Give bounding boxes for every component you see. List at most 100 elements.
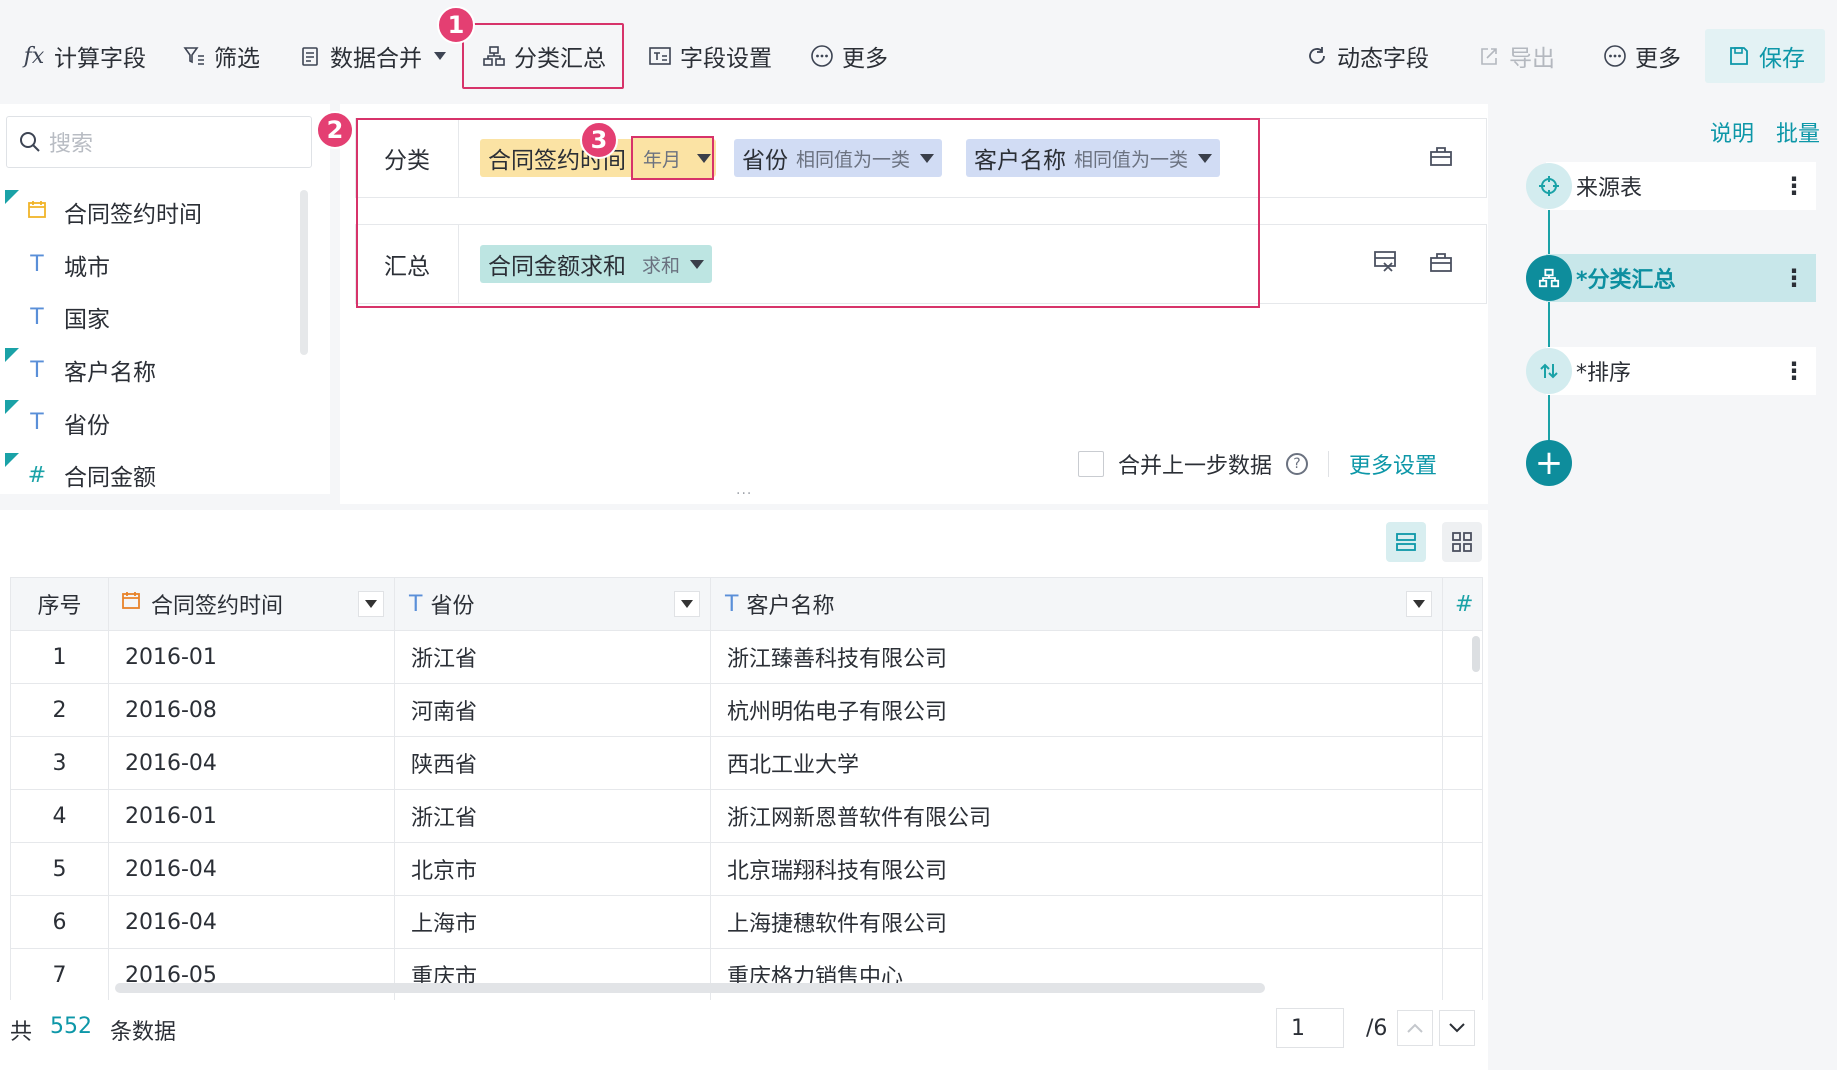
calc-field-button[interactable]: fx 计算字段 <box>10 34 156 78</box>
cell-date: 2016-04 <box>108 842 395 896</box>
data-merge-button[interactable]: 数据合并 <box>286 34 456 78</box>
field-settings-label: 字段设置 <box>680 46 772 72</box>
export-button[interactable]: 导出 <box>1465 34 1565 78</box>
clear-icon[interactable] <box>1428 249 1454 279</box>
table-vertical-scrollbar[interactable] <box>1472 636 1480 672</box>
col-header-label: 客户名称 <box>746 594 835 619</box>
explain-link[interactable]: 说明 <box>1710 116 1754 148</box>
cell-customer: 上海捷穗软件有限公司 <box>710 895 1443 949</box>
col-header-customer[interactable]: T 客户名称 <box>710 577 1443 631</box>
more-right-label: 更多 <box>1635 46 1681 72</box>
step-sort[interactable]: *排序 ⋮ <box>1526 347 1816 395</box>
more-right-button[interactable]: 更多 <box>1591 34 1691 78</box>
filter-clear-icon[interactable] <box>1372 249 1398 279</box>
kebab-menu-icon[interactable]: ⋮ <box>1782 264 1806 292</box>
text-type-icon: T <box>30 304 44 330</box>
page-up-button[interactable] <box>1397 1010 1434 1046</box>
more-circle-icon <box>808 42 836 70</box>
list-view-icon[interactable] <box>1386 522 1426 562</box>
group-summary-button[interactable]: 分类汇总 <box>462 23 624 89</box>
cell-amount <box>1442 842 1483 896</box>
number-type-icon: # <box>27 462 47 488</box>
checked-corner-icon <box>5 452 19 467</box>
step-panel <box>1508 96 1837 1070</box>
cell-index: 6 <box>10 895 109 949</box>
filter-icon <box>180 42 208 70</box>
cell-province: 浙江省 <box>394 789 711 843</box>
sort-icon <box>1526 348 1572 394</box>
cell-customer: 浙江网新恩普软件有限公司 <box>710 789 1443 843</box>
table-row[interactable]: 4 2016-01 浙江省 浙江网新恩普软件有限公司 <box>10 789 1483 843</box>
save-button[interactable]: 保存 <box>1705 29 1825 83</box>
help-icon[interactable]: ? <box>1286 453 1309 475</box>
page-total: /6 <box>1366 1015 1388 1041</box>
target-icon <box>1526 163 1572 209</box>
refresh-icon <box>1303 42 1331 70</box>
col-header-index: 序号 <box>10 577 109 631</box>
cell-province: 上海市 <box>394 895 711 949</box>
clear-icon[interactable] <box>1428 143 1454 173</box>
kebab-menu-icon[interactable]: ⋮ <box>1782 357 1806 385</box>
column-dropdown-button[interactable] <box>358 591 384 617</box>
page-down-button[interactable] <box>1439 1010 1476 1046</box>
filter-button[interactable]: 筛选 <box>170 34 270 78</box>
col-header-province[interactable]: T 省份 <box>394 577 711 631</box>
cell-date: 2016-04 <box>108 895 395 949</box>
col-header-amount[interactable]: # <box>1442 577 1483 631</box>
table-row[interactable]: 7 2016-05 重庆市 重庆格力销售中心 <box>10 948 1483 1002</box>
cell-province: 河南省 <box>394 683 711 737</box>
merge-options: 合并上一步数据 ? 更多设置 <box>1078 448 1437 480</box>
field-item[interactable]: T 省份 <box>0 396 300 449</box>
step-group-summary[interactable]: *分类汇总 ⋮ <box>1526 254 1816 302</box>
dynamic-field-button[interactable]: 动态字段 <box>1293 34 1439 78</box>
field-item[interactable]: T 国家 <box>0 291 300 344</box>
search-input[interactable]: 搜索 <box>6 116 312 168</box>
merge-prev-checkbox[interactable] <box>1078 451 1104 477</box>
cell-index: 7 <box>10 948 109 1002</box>
table-row[interactable]: 5 2016-04 北京市 北京瑞翔科技有限公司 <box>10 842 1483 896</box>
table-row[interactable]: 2 2016-08 河南省 杭州明佑电子有限公司 <box>10 683 1483 737</box>
highlight-frame <box>356 118 1260 308</box>
cell-province: 重庆市 <box>394 948 711 1002</box>
field-list-scrollbar[interactable] <box>300 190 308 355</box>
more-circle-icon <box>1601 42 1629 70</box>
checked-corner-icon <box>5 347 19 362</box>
kebab-menu-icon[interactable]: ⋮ <box>1782 172 1806 200</box>
record-count: 共 552 条数据 <box>10 1014 176 1046</box>
field-item[interactable]: # 合同金额 <box>0 449 300 502</box>
field-item-label: 合同签约时间 <box>64 202 202 229</box>
more-left-button[interactable]: 更多 <box>798 34 898 78</box>
chevron-down-icon <box>1449 1023 1466 1033</box>
field-settings-button[interactable]: 字段设置 <box>636 34 782 78</box>
col-header-date[interactable]: 合同签约时间 <box>108 577 395 631</box>
step-panel-links: 说明 批量 <box>1710 116 1820 148</box>
cell-customer: 重庆格力销售中心 <box>710 948 1443 1002</box>
batch-link[interactable]: 批量 <box>1776 116 1820 148</box>
checked-corner-icon <box>5 190 19 204</box>
field-item[interactable]: 合同签约时间 <box>0 186 300 239</box>
count-suffix: 条数据 <box>110 1020 177 1045</box>
add-step-button[interactable]: + <box>1526 440 1572 486</box>
field-panel: 搜索 合同签约时间 T 城市 T 国家 T 客户名称 T 省份 # 合同金额 <box>0 104 330 494</box>
document-icon <box>296 42 324 70</box>
field-item[interactable]: T 客户名称 <box>0 344 300 397</box>
step-source-table[interactable]: 来源表 ⋮ <box>1526 162 1816 210</box>
cell-date: 2016-01 <box>108 630 395 684</box>
field-item[interactable]: T 城市 <box>0 239 300 292</box>
field-item-label: 国家 <box>64 307 110 334</box>
table-row[interactable]: 3 2016-04 陕西省 西北工业大学 <box>10 736 1483 790</box>
grid-view-icon[interactable] <box>1442 522 1482 562</box>
export-icon <box>1475 42 1503 70</box>
table-horizontal-scrollbar[interactable] <box>115 983 1265 993</box>
resize-handle[interactable]: ··· <box>736 486 752 502</box>
column-dropdown-button[interactable] <box>1406 591 1432 617</box>
more-settings-link[interactable]: 更多设置 <box>1349 448 1437 480</box>
group-summary-label: 分类汇总 <box>514 46 606 72</box>
calc-field-label: 计算字段 <box>54 46 146 72</box>
divider <box>1328 451 1330 477</box>
column-dropdown-button[interactable] <box>674 591 700 617</box>
table-row[interactable]: 6 2016-04 上海市 上海捷穗软件有限公司 <box>10 895 1483 949</box>
table-row[interactable]: 1 2016-01 浙江省 浙江臻善科技有限公司 <box>10 630 1483 684</box>
page-input[interactable]: 1 <box>1276 1008 1344 1048</box>
cell-amount <box>1442 683 1483 737</box>
